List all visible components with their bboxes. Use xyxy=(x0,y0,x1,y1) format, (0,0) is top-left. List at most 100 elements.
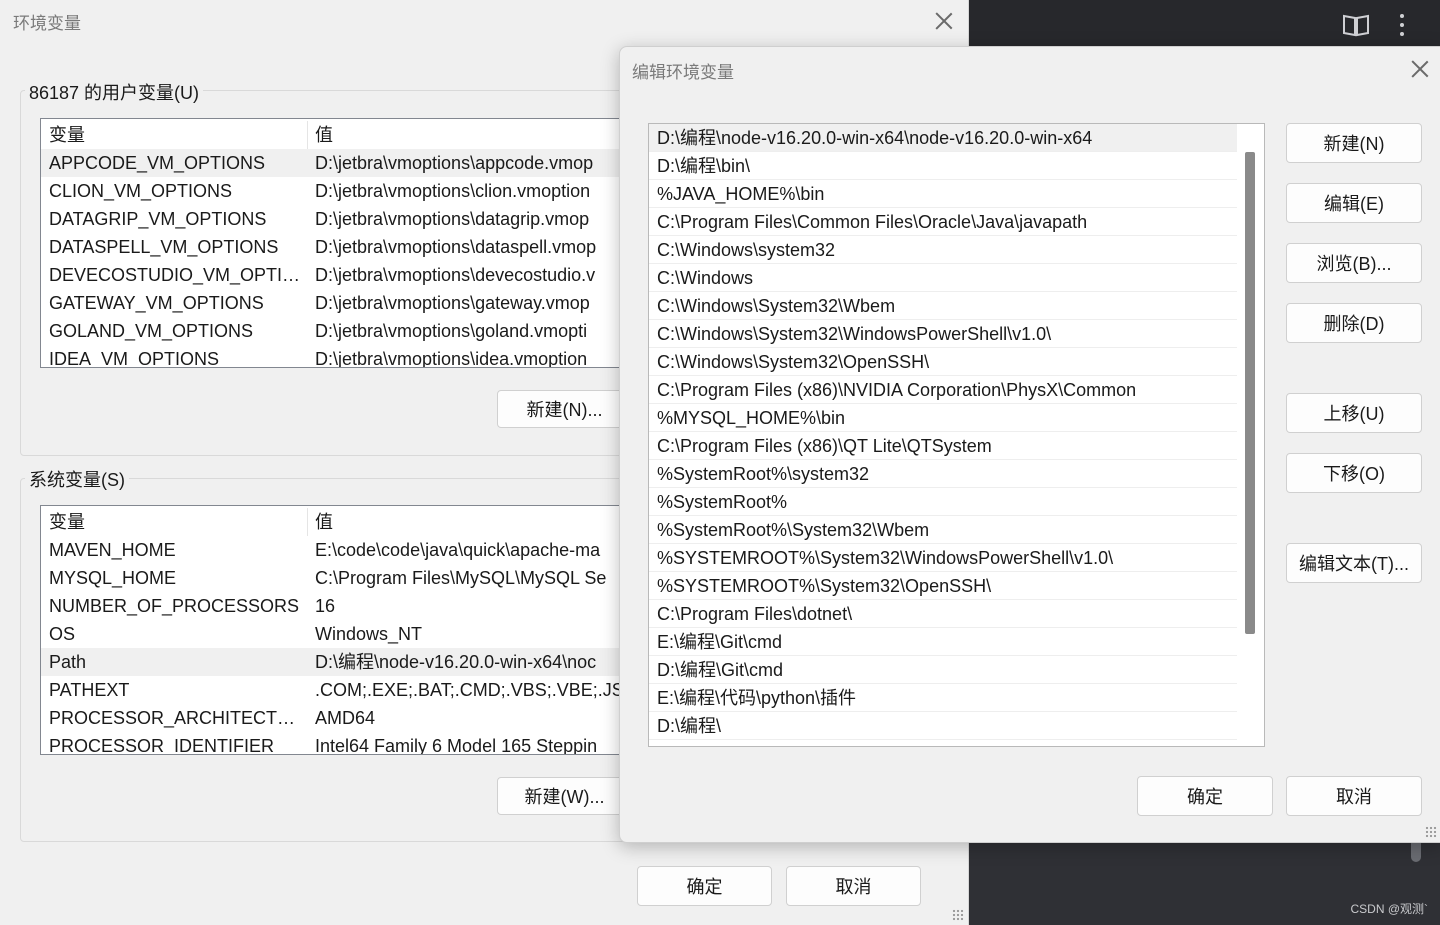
list-header: 变量 值 xyxy=(41,508,641,536)
table-row[interactable]: OS Windows_NT xyxy=(41,620,641,648)
table-row[interactable]: PATHEXT .COM;.EXE;.BAT;.CMD;.VBS;.VBE;.JS… xyxy=(41,676,641,704)
path-entry[interactable]: %SystemRoot%\system32 xyxy=(649,460,1237,488)
watermark-text: CSDN @观测` xyxy=(1350,902,1428,916)
path-entry[interactable]: C:\Program Files (x86)\NVIDIA Corporatio… xyxy=(649,376,1237,404)
delete-button[interactable]: 删除(D) xyxy=(1286,303,1422,343)
table-row[interactable]: DATASPELL_VM_OPTIONS D:\jetbra\vmoptions\… xyxy=(41,233,641,261)
variable-value: D:\jetbra\vmoptions\gateway.vmop xyxy=(315,293,590,313)
variable-value: D:\jetbra\vmoptions\datagrip.vmop xyxy=(315,209,590,229)
env-ok-button[interactable]: 确定 xyxy=(637,866,772,906)
table-row[interactable]: DEVECOSTUDIO_VM_OPTIO... D:\jetbra\vmopti… xyxy=(41,261,641,289)
variable-value: D:\jetbra\vmoptions\dataspell.vmop xyxy=(315,237,597,257)
edit-button[interactable]: 编辑(E) xyxy=(1286,183,1422,223)
close-icon[interactable] xyxy=(1411,60,1429,78)
path-entry[interactable]: %SystemRoot%\System32\Wbem xyxy=(649,516,1237,544)
path-entry[interactable]: D:\编程\bin\ xyxy=(649,152,1237,180)
variable-name: DATAGRIP_VM_OPTIONS xyxy=(49,209,267,229)
variable-name: IDEA_VM_OPTIONS xyxy=(49,349,220,368)
variable-name: NUMBER_OF_PROCESSORS xyxy=(49,596,300,616)
path-entry[interactable]: C:\Windows xyxy=(649,264,1237,292)
system-vars-list[interactable]: 变量 值 MAVEN_HOME E:\code\code\java\quick\a… xyxy=(40,505,642,755)
table-row[interactable]: DATAGRIP_VM_OPTIONS D:\jetbra\vmoptions\d… xyxy=(41,205,641,233)
variable-value: .COM;.EXE;.BAT;.CMD;.VBS;.VBE;.JS;.J xyxy=(315,680,642,700)
path-entry[interactable]: C:\Program Files\Common Files\Oracle\Jav… xyxy=(649,208,1237,236)
path-entry[interactable]: C:\Windows\System32\Wbem xyxy=(649,292,1237,320)
dialog-title: 编辑环境变量 xyxy=(632,63,734,82)
move-down-button[interactable]: 下移(O) xyxy=(1286,453,1422,493)
table-row[interactable]: GOLAND_VM_OPTIONS D:\jetbra\vmoptions\gol… xyxy=(41,317,641,345)
browse-button[interactable]: 浏览(B)... xyxy=(1286,243,1422,283)
path-entries-list[interactable]: D:\编程\ E:\编程\代码\python\插件 D:\编程\Git\cmd E:\… xyxy=(648,123,1265,747)
path-entry[interactable]: C:\Program Files (x86)\QT Lite\QTSystem xyxy=(649,432,1237,460)
path-entry[interactable]: %JAVA_HOME%\bin xyxy=(649,180,1237,208)
path-entry[interactable]: C:\Windows\system32 xyxy=(649,236,1237,264)
column-header-name[interactable]: 变量 xyxy=(49,508,307,536)
variable-name: APPCODE_VM_OPTIONS xyxy=(49,153,266,173)
system-new-button[interactable]: 新建(W)... xyxy=(497,777,632,815)
variable-value: D:\jetbra\vmoptions\devecostudio.v xyxy=(315,265,596,285)
table-row[interactable]: IDEA_VM_OPTIONS D:\jetbra\vmoptions\idea.… xyxy=(41,345,641,368)
table-row[interactable]: GATEWAY_VM_OPTIONS D:\jetbra\vmoptions\ga… xyxy=(41,289,641,317)
path-entry[interactable]: C:\Program Files\dotnet\ xyxy=(649,600,1237,628)
user-new-button[interactable]: 新建(N)... xyxy=(497,390,632,428)
new-button[interactable]: 新建(N) xyxy=(1286,123,1422,163)
variable-name: PROCESSOR_IDENTIFIER xyxy=(49,736,275,755)
list-scrollbar[interactable] xyxy=(1245,152,1255,634)
path-entry[interactable]: C:\Windows\System32\WindowsPowerShell\v1… xyxy=(649,320,1237,348)
user-vars-list[interactable]: 变量 值 APPCODE_VM_OPTIONS D:\jetbra\vmoptio… xyxy=(40,118,642,368)
table-row[interactable]: PROCESSOR_ARCHITECTURE AMD64 xyxy=(41,704,641,732)
variable-name: GATEWAY_VM_OPTIONS xyxy=(49,293,264,313)
path-entry[interactable]: E:\编程\代码\python\插件 xyxy=(649,684,1237,712)
path-entry[interactable]: D:\编程\Git\cmd xyxy=(649,656,1237,684)
table-row[interactable]: MYSQL_HOME C:\Program Files\MySQL\MySQL S… xyxy=(41,564,641,592)
book-icon[interactable] xyxy=(1341,10,1371,40)
variable-name: MAVEN_HOME xyxy=(49,540,176,560)
ok-button[interactable]: 确定 xyxy=(1137,776,1273,816)
path-entry[interactable]: D:\编程\ xyxy=(649,712,1237,740)
resize-grip-icon[interactable] xyxy=(1425,826,1437,838)
variable-name: Path xyxy=(49,652,87,672)
cancel-button[interactable]: 取消 xyxy=(1286,776,1422,816)
variable-name: GOLAND_VM_OPTIONS xyxy=(49,321,254,341)
env-cancel-button[interactable]: 取消 xyxy=(786,866,921,906)
system-vars-group-label: 系统变量(S) xyxy=(25,466,129,492)
path-entry[interactable]: %SYSTEMROOT%\System32\OpenSSH\ xyxy=(649,572,1237,600)
table-row[interactable]: PROCESSOR_IDENTIFIER Intel64 Family 6 Mod… xyxy=(41,732,641,755)
column-header-name[interactable]: 变量 xyxy=(49,121,307,149)
resize-grip-icon[interactable] xyxy=(952,909,964,921)
path-entry[interactable]: %SYSTEMROOT%\System32\WindowsPowerShell\… xyxy=(649,544,1237,572)
variable-name: PATHEXT xyxy=(49,680,130,700)
variable-name: PROCESSOR_ARCHITECTURE xyxy=(49,708,305,728)
table-row[interactable]: CLION_VM_OPTIONS D:\jetbra\vmoptions\clio… xyxy=(41,177,641,205)
variable-value: E:\code\code\java\quick\apache-ma xyxy=(315,540,601,560)
more-options-icon[interactable] xyxy=(1392,12,1412,38)
variable-name: DATASPELL_VM_OPTIONS xyxy=(49,237,279,257)
variable-value: Windows_NT xyxy=(315,624,423,644)
path-entry[interactable]: C:\Windows\System32\OpenSSH\ xyxy=(649,348,1237,376)
variable-name: OS xyxy=(49,624,76,644)
variable-value: C:\Program Files\MySQL\MySQL Se xyxy=(315,568,607,588)
close-icon[interactable] xyxy=(935,12,953,30)
variable-value: D:\jetbra\vmoptions\appcode.vmop xyxy=(315,153,594,173)
table-row[interactable]: APPCODE_VM_OPTIONS D:\jetbra\vmoptions\ap… xyxy=(41,149,641,177)
column-header-value[interactable]: 值 xyxy=(315,508,635,536)
move-up-button[interactable]: 上移(U) xyxy=(1286,393,1422,433)
path-entry[interactable]: %SystemRoot% xyxy=(649,488,1237,516)
table-row[interactable]: MAVEN_HOME E:\code\code\java\quick\apache… xyxy=(41,536,641,564)
variable-value: AMD64 xyxy=(315,708,376,728)
edit-environment-variable-dialog: 编辑环境变量 D:\编程\ E:\编程\代码\python\插件 D:\编程\Git… xyxy=(619,46,1440,843)
path-entry[interactable]: %MYSQL_HOME%\bin xyxy=(649,404,1237,432)
path-entry[interactable]: D:\编程\node-v16.20.0-win-x64\node-v16.20.… xyxy=(649,124,1237,152)
variable-value: D:\编程\node-v16.20.0-win-x64\noc xyxy=(315,652,597,672)
list-header: 变量 值 xyxy=(41,121,641,149)
edit-text-button[interactable]: 编辑文本(T)... xyxy=(1286,543,1422,583)
user-vars-group-label: 86187 的用户变量(U) xyxy=(25,79,204,105)
variable-value: D:\jetbra\vmoptions\goland.vmopti xyxy=(315,321,588,341)
table-row[interactable]: NUMBER_OF_PROCESSORS 16 xyxy=(41,592,641,620)
variable-value: D:\jetbra\vmoptions\clion.vmoption xyxy=(315,181,591,201)
path-entry[interactable]: E:\编程\Git\cmd xyxy=(649,628,1237,656)
variable-name: DEVECOSTUDIO_VM_OPTIO... xyxy=(49,265,305,285)
table-row[interactable]: Path D:\编程\node-v16.20.0-win-x64\noc xyxy=(41,648,641,676)
variable-value: D:\jetbra\vmoptions\idea.vmoption xyxy=(315,349,588,368)
column-header-value[interactable]: 值 xyxy=(315,121,635,149)
